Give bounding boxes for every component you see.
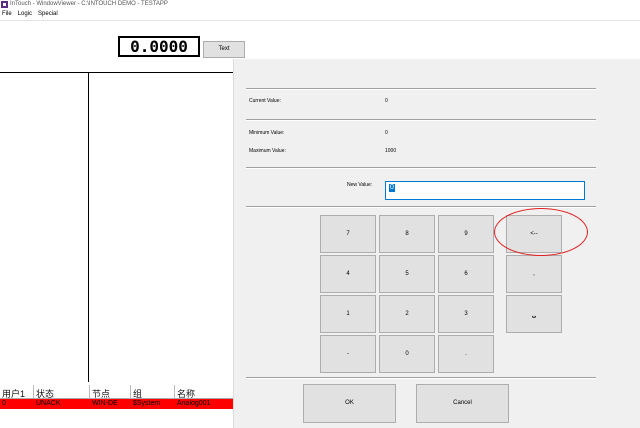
key-9[interactable]: 9 (438, 215, 494, 253)
menu-divider (0, 20, 640, 21)
keypad-dialog (233, 59, 640, 428)
column-separator (130, 385, 131, 398)
column-separator (33, 385, 34, 398)
alarm-cell-status: UNACK (36, 400, 61, 407)
separator (246, 206, 596, 208)
key-3[interactable]: 3 (438, 295, 494, 333)
menu-bar: File Logic Special (0, 10, 640, 19)
minus-key[interactable]: - (320, 335, 376, 373)
new-value-input[interactable]: 0 (385, 181, 585, 200)
key-1[interactable]: 1 (320, 295, 376, 333)
maximum-value-label: Maximum Value: (249, 148, 286, 154)
current-value-label: Current Value: (249, 98, 281, 104)
menu-logic[interactable]: Logic (18, 10, 32, 19)
left-panel (0, 72, 238, 383)
value-display[interactable]: 0.0000 (118, 36, 200, 57)
alarm-cell-name: Analog001 (177, 400, 211, 407)
column-separator (174, 385, 175, 398)
key-5[interactable]: 5 (379, 255, 435, 293)
key-2[interactable]: 2 (379, 295, 435, 333)
key-6[interactable]: 6 (438, 255, 494, 293)
comma-key[interactable]: , (506, 255, 562, 293)
window-title: InTouch - WindowViewer - C:\INTOUCH DEMO… (10, 1, 168, 7)
key-7[interactable]: 7 (320, 215, 376, 253)
title-bar: InTouch - WindowViewer - C:\INTOUCH DEMO… (0, 0, 640, 10)
new-value-text: 0 (389, 184, 395, 192)
separator (246, 119, 596, 121)
text-button[interactable]: Text (203, 41, 245, 58)
current-value: 0 (385, 98, 388, 104)
key-0[interactable]: 0 (379, 335, 435, 373)
intouch-app-icon (1, 1, 8, 8)
ok-button[interactable]: OK (303, 384, 396, 423)
menu-file[interactable]: File (2, 10, 12, 19)
decimal-key[interactable]: . (438, 335, 494, 373)
panel-divider (88, 73, 89, 382)
separator (246, 167, 596, 169)
backspace-key[interactable]: <-- (506, 215, 562, 253)
alarm-cell-group: $System (133, 400, 161, 407)
key-4[interactable]: 4 (320, 255, 376, 293)
space-key[interactable]: ⎵ (506, 295, 562, 333)
maximum-value: 1000 (385, 148, 397, 154)
alarm-cell-node: WIN-DE (92, 400, 118, 407)
separator (246, 377, 596, 379)
minimum-value-label: Minimum Value: (249, 130, 285, 136)
alarm-cell-user: 0 (2, 400, 6, 407)
minimum-value: 0 (385, 130, 388, 136)
cancel-button[interactable]: Cancel (416, 384, 509, 423)
key-8[interactable]: 8 (379, 215, 435, 253)
separator (246, 88, 596, 90)
column-separator (89, 385, 90, 398)
new-value-label: New Value: (347, 182, 373, 188)
menu-special[interactable]: Special (38, 10, 58, 19)
